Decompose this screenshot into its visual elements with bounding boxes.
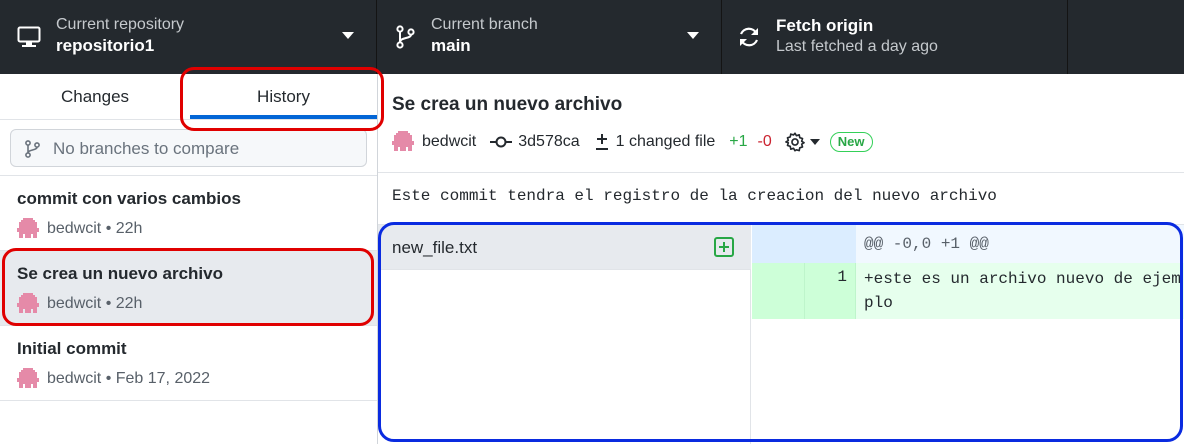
diff-options-button[interactable] [784, 131, 820, 153]
commit-meta-row: bedwcit 3d578ca 1 changed file +1 -0 New [392, 130, 873, 154]
computer-icon [17, 26, 41, 47]
hunk-gutter [752, 225, 856, 263]
fetch-origin-button[interactable]: Fetch origin Last fetched a day ago [722, 0, 1068, 74]
divider [378, 172, 1184, 173]
repository-name: repositorio1 [56, 36, 155, 55]
toolbar: Current repository repositorio1 Current … [0, 0, 1184, 74]
tab-bar: Changes History [0, 74, 377, 120]
author-name: bedwcit [422, 133, 477, 150]
avatar [17, 368, 39, 388]
new-line-number: 1 [837, 268, 847, 286]
fetch-status: Last fetched a day ago [776, 38, 938, 55]
commit-author-time: bedwcit • 22h [47, 220, 143, 237]
old-line-gutter [752, 263, 805, 319]
branch-label: Current branch [431, 16, 538, 33]
avatar [392, 131, 414, 151]
hunk-header-text: @@ -0,0 +1 @@ [864, 235, 989, 253]
chevron-down-icon [809, 139, 820, 145]
new-line-gutter: 1 [805, 263, 856, 319]
commit-author-time: bedwcit • 22h [47, 295, 143, 312]
selected-tab-indicator [190, 115, 377, 119]
commit-description: Este commit tendra el registro de la cre… [392, 187, 997, 205]
git-commit-icon [490, 136, 513, 148]
changed-files-list: new_file.txt [378, 225, 751, 444]
sync-icon [739, 27, 759, 47]
git-branch-icon [25, 140, 40, 158]
branch-selector[interactable]: Current branch main [377, 0, 722, 74]
commit-list-item-selected[interactable]: Se crea un nuevo archivo bedwcit • 22h [0, 251, 377, 326]
file-name: new_file.txt [392, 238, 478, 257]
repository-selector[interactable]: Current repository repositorio1 [0, 0, 377, 74]
diff-hunk-header: @@ -0,0 +1 @@ [752, 225, 1184, 263]
gear-icon [784, 132, 805, 152]
avatar [17, 293, 39, 313]
commit-summary-title: Se crea un nuevo archivo [392, 94, 623, 115]
commit-title: commit con varios cambios [17, 189, 241, 208]
branch-name: main [431, 36, 471, 55]
diff-icon [595, 134, 608, 150]
changed-files-count: 1 changed file [615, 133, 716, 150]
git-branch-icon [396, 25, 415, 49]
commit-detail-pane: Se crea un nuevo archivo bedwcit 3d578ca [378, 74, 1184, 444]
commit-list-item[interactable]: Initial commit bedwcit • Feb 17, 2022 [0, 326, 377, 401]
commit-author: bedwcit [392, 131, 476, 153]
tab-history[interactable]: History [190, 74, 377, 120]
changed-files: 1 changed file [594, 133, 716, 151]
compare-placeholder: No branches to compare [53, 139, 240, 158]
commit-meta: bedwcit • 22h [17, 293, 142, 315]
chevron-down-icon [687, 32, 699, 39]
repository-text: Current repository repositorio1 [56, 15, 184, 57]
deletions-count: -0 [757, 133, 772, 150]
file-added-icon [714, 237, 734, 257]
additions-count: +1 [729, 133, 748, 150]
avatar [17, 218, 39, 238]
fetch-text: Fetch origin Last fetched a day ago [776, 15, 938, 57]
commit-sha[interactable]: 3d578ca [490, 133, 580, 151]
sha-value: 3d578ca [518, 133, 580, 150]
commit-title: Initial commit [17, 339, 127, 358]
branch-text: Current branch main [431, 15, 538, 57]
file-list-item[interactable]: new_file.txt [378, 225, 751, 270]
compare-branch-input[interactable]: No branches to compare [10, 129, 367, 167]
commit-list-item[interactable]: commit con varios cambios bedwcit • 22h [0, 176, 377, 251]
commit-meta: bedwcit • 22h [17, 218, 142, 240]
tab-changes[interactable]: Changes [0, 74, 190, 120]
diff-line-text: +este es un archivo nuevo de ejemplo [864, 270, 1181, 312]
diff-view: @@ -0,0 +1 @@ 1 +este es un archivo nuev… [752, 225, 1184, 444]
commit-title: Se crea un nuevo archivo [17, 264, 223, 283]
diff-added-line[interactable]: 1 +este es un archivo nuevo de ejemplo [752, 263, 1184, 319]
sidebar: Changes History No branches to compare c… [0, 74, 378, 444]
repository-label: Current repository [56, 16, 185, 33]
fetch-label: Fetch origin [776, 16, 874, 35]
chevron-down-icon [342, 32, 354, 39]
new-badge: New [829, 132, 873, 152]
commit-author-time: bedwcit • Feb 17, 2022 [47, 370, 211, 387]
commit-meta: bedwcit • Feb 17, 2022 [17, 368, 210, 390]
